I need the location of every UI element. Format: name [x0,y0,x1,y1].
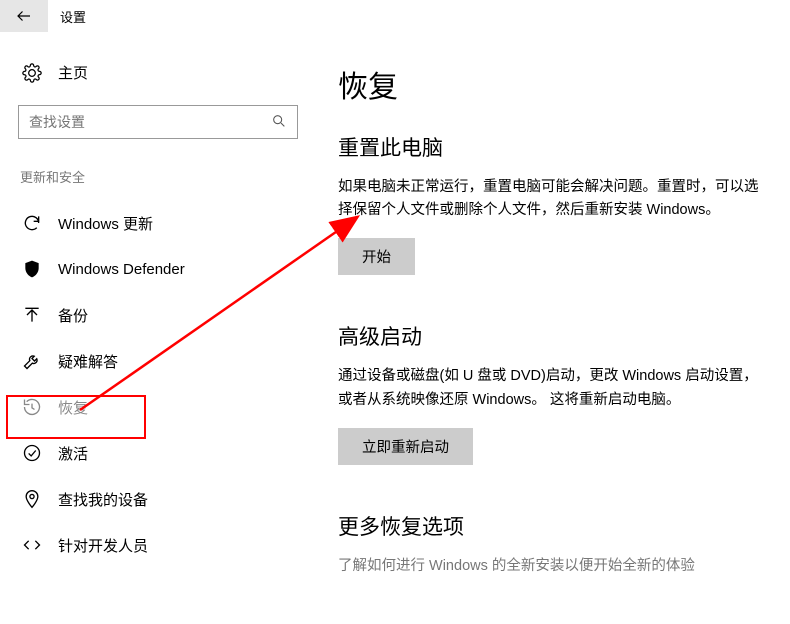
search-input-wrapper[interactable] [18,105,298,139]
nav-item-developers[interactable]: 针对开发人员 [18,522,300,568]
history-icon [22,397,42,417]
home-label: 主页 [58,62,88,83]
section-description: 如果电脑未正常运行，重置电脑可能会解决问题。重置时，可以选择保留个人文件或删除个… [338,176,770,222]
nav-item-find-device[interactable]: 查找我的设备 [18,476,300,522]
sidebar-section-label: 更新和安全 [18,167,300,186]
home-link[interactable]: 主页 [18,62,300,83]
nav-label: Windows 更新 [58,213,153,234]
nav-item-troubleshoot[interactable]: 疑难解答 [18,338,300,384]
page-title: 恢复 [338,62,770,106]
nav-item-recovery[interactable]: 恢复 [18,384,300,430]
wrench-icon [22,351,42,371]
section-title: 更多恢复选项 [338,511,770,541]
nav-item-activation[interactable]: 激活 [18,430,300,476]
section-title: 重置此电脑 [338,132,770,162]
search-input[interactable] [29,114,271,130]
arrow-left-icon [15,7,33,25]
sync-icon [22,213,42,233]
location-icon [22,489,42,509]
shield-icon [22,259,42,279]
section-description: 了解如何进行 Windows 的全新安装以便开始全新的体验 [338,555,770,578]
nav-label: 查找我的设备 [58,489,148,510]
nav-item-backup[interactable]: 备份 [18,292,300,338]
section-title: 高级启动 [338,321,770,351]
nav-label: 备份 [58,305,88,326]
arrow-up-icon [22,305,42,325]
check-circle-icon [22,443,42,463]
nav-label: 针对开发人员 [58,535,148,556]
restart-now-button[interactable]: 立即重新启动 [338,428,473,465]
window-title: 设置 [48,0,86,32]
nav-label: 疑难解答 [58,351,118,372]
section-more-options: 更多恢复选项 了解如何进行 Windows 的全新安装以便开始全新的体验 [338,511,770,578]
section-reset-pc: 重置此电脑 如果电脑未正常运行，重置电脑可能会解决问题。重置时，可以选择保留个人… [338,132,770,275]
nav-label: 恢复 [58,397,88,418]
section-description: 通过设备或磁盘(如 U 盘或 DVD)启动，更改 Windows 启动设置，或者… [338,365,770,411]
nav-label: Windows Defender [58,261,185,278]
nav-item-defender[interactable]: Windows Defender [18,246,300,292]
back-button[interactable] [0,0,48,32]
window-header: 设置 [0,0,790,32]
reset-start-button[interactable]: 开始 [338,238,415,275]
nav-label: 激活 [58,443,88,464]
code-icon [22,535,42,555]
main-content: 恢复 重置此电脑 如果电脑未正常运行，重置电脑可能会解决问题。重置时，可以选择保… [310,62,790,624]
nav-list: Windows 更新 Windows Defender 备份 疑难解答 [18,200,300,568]
section-advanced-startup: 高级启动 通过设备或磁盘(如 U 盘或 DVD)启动，更改 Windows 启动… [338,321,770,464]
search-icon [271,113,287,132]
gear-icon [22,63,42,83]
nav-item-windows-update[interactable]: Windows 更新 [18,200,300,246]
sidebar: 主页 更新和安全 Windows 更新 Windows Defender [0,62,310,624]
